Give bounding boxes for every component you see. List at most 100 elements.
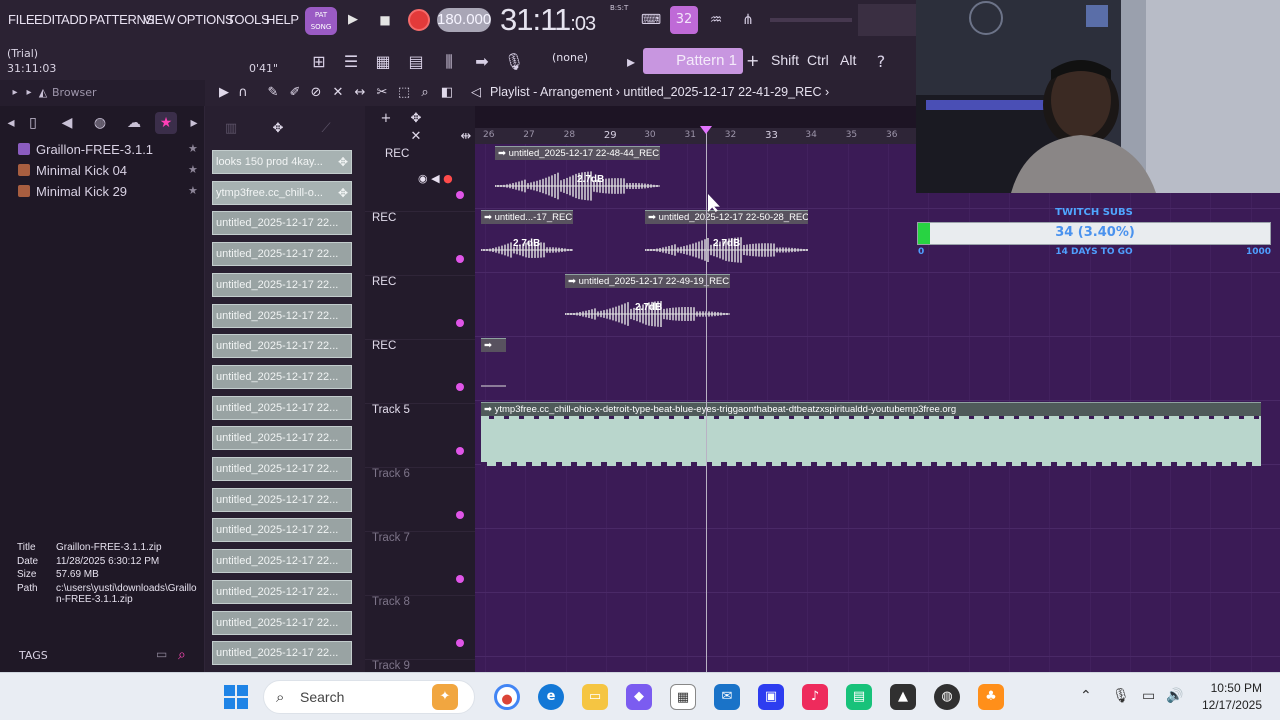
move-icon[interactable]: ✥ xyxy=(338,151,348,173)
track-mute-dot[interactable] xyxy=(456,383,464,391)
streaming-app-icon[interactable]: ▤ xyxy=(846,684,872,710)
clip-tile[interactable]: untitled_2025-12-17 22... xyxy=(212,549,352,574)
menu-add[interactable]: ADD xyxy=(61,12,88,27)
track-header[interactable]: Track 7 xyxy=(365,532,475,596)
menu-tools[interactable]: TOOLS xyxy=(227,12,270,27)
target-icon[interactable]: ✥ xyxy=(407,110,425,128)
arrow-right-icon[interactable]: ➡ xyxy=(469,50,495,74)
edge-app-icon[interactable]: e xyxy=(538,684,564,710)
browser-item[interactable]: Minimal Kick 29 ★ xyxy=(18,184,198,204)
track-header[interactable]: Track 8 xyxy=(365,596,475,660)
chevron-up-icon[interactable]: ⌃ xyxy=(1080,688,1092,704)
alt-key-button[interactable]: Alt xyxy=(840,52,856,68)
start-button[interactable] xyxy=(224,685,248,709)
mixer-icon[interactable]: ▤ xyxy=(403,50,429,74)
network-icon[interactable]: ▭ xyxy=(1142,688,1155,704)
volume-icon[interactable]: 🔊 xyxy=(1166,688,1183,704)
copilot-app-icon[interactable]: ◆ xyxy=(626,684,652,710)
collapse-icon[interactable]: ⇹ xyxy=(457,128,475,146)
paint-icon[interactable]: ✐ xyxy=(286,84,304,102)
folder-icon[interactable]: ▭ xyxy=(156,647,167,661)
clip-tile[interactable]: untitled_2025-12-17 22... xyxy=(212,364,352,389)
zoom-icon[interactable]: ⌕ xyxy=(416,84,434,102)
microphone-icon[interactable]: 🎙 xyxy=(501,50,527,74)
clip-tile[interactable]: untitled_2025-12-17 22... xyxy=(212,641,352,666)
audio-clip[interactable]: ➡ ytmp3free.cc_chill-ohio-x-detroit-type… xyxy=(481,402,1261,466)
mixer-faders-icon[interactable]: ⫼ xyxy=(436,50,462,74)
browser-item[interactable]: Minimal Kick 04 ★ xyxy=(18,163,198,183)
pat-song-toggle[interactable]: PAT SONG xyxy=(305,7,337,35)
stop-button[interactable]: ■ xyxy=(374,9,396,31)
help-icon[interactable]: ? xyxy=(868,50,894,74)
track-header[interactable]: REC xyxy=(365,276,475,340)
globe-icon[interactable]: ◍ xyxy=(89,112,111,134)
widgets-app-icon[interactable]: ✦ xyxy=(432,684,458,710)
clip-tile[interactable]: untitled_2025-12-17 22... xyxy=(212,211,352,236)
clip-tile[interactable]: untitled_2025-12-17 22... xyxy=(212,518,352,543)
clock-date[interactable]: 12/17/2025 xyxy=(1190,698,1262,712)
clip-tile[interactable]: untitled_2025-12-17 22... xyxy=(212,610,352,635)
menu-edit[interactable]: EDIT xyxy=(34,12,63,27)
search-icon[interactable]: ⌕ xyxy=(178,647,186,663)
star-icon[interactable]: ★ xyxy=(188,142,198,155)
speaker-icon[interactable]: ◀ xyxy=(431,172,439,185)
fl-studio-app-icon[interactable]: ♣ xyxy=(978,684,1004,710)
track-mute-dot[interactable] xyxy=(456,575,464,583)
select-icon[interactable]: ⬚ xyxy=(395,84,413,102)
star-icon[interactable]: ★ xyxy=(188,163,198,176)
clock-time[interactable]: 10:50 PM xyxy=(1190,681,1262,695)
outlook-app-icon[interactable]: ✉ xyxy=(714,684,740,710)
slip-icon[interactable]: ↔ xyxy=(351,84,369,102)
playlist-menu-icon[interactable]: ▶ xyxy=(215,84,233,102)
menu-options[interactable]: OPTIONS xyxy=(177,12,234,27)
clip-tile[interactable]: untitled_2025-12-17 22... xyxy=(212,487,352,512)
favorites-star-icon[interactable]: ★ xyxy=(155,112,177,134)
track-mute-dot[interactable] xyxy=(456,639,464,647)
clip-tile[interactable]: untitled_2025-12-17 22... xyxy=(212,334,352,359)
add-track-icon[interactable]: + xyxy=(377,110,395,128)
pattern-arrow-icon[interactable]: ▸ xyxy=(622,50,640,74)
app-icon[interactable]: ▲ xyxy=(890,684,916,710)
audio-clip[interactable]: ➡ xyxy=(481,338,506,387)
menu-help[interactable]: HELP xyxy=(266,12,299,27)
playback-icon[interactable]: ◧ xyxy=(438,84,456,102)
audio-clip[interactable]: ➡ untitled...-17_REC 2.7dB xyxy=(481,210,573,274)
app-icon[interactable]: ▣ xyxy=(758,684,784,710)
clip-tile[interactable]: looks 150 prod 4kay... ✥ xyxy=(212,150,352,174)
menu-file[interactable]: FILE xyxy=(8,12,35,27)
link-icon[interactable]: ⟋ xyxy=(317,120,335,138)
clip-tile[interactable]: untitled_2025-12-17 22... xyxy=(212,579,352,604)
store-app-icon[interactable]: ▦ xyxy=(670,684,696,710)
cloud-icon[interactable]: ☁ xyxy=(123,112,145,134)
move-icon[interactable]: ✥ xyxy=(338,182,348,204)
track-mute-dot[interactable] xyxy=(456,511,464,519)
microphone-icon[interactable]: 🎙 xyxy=(1112,688,1130,704)
shift-key-button[interactable]: Shift xyxy=(771,52,799,68)
menu-view[interactable]: VIEW xyxy=(143,12,175,27)
typing-keyboard-icon[interactable]: ⌨ xyxy=(638,9,664,31)
midi-icon[interactable]: ♒ xyxy=(703,9,729,31)
file-explorer-app-icon[interactable]: ▭ xyxy=(582,684,608,710)
timeline-ruler[interactable]: 26 27 28 29 30 31 32 33 34 35 36 xyxy=(475,128,916,144)
master-volume-slider[interactable] xyxy=(770,18,852,22)
back-icon[interactable]: ◂ xyxy=(0,112,22,134)
channel-rack-icon[interactable]: ☰ xyxy=(338,50,364,74)
playlist-view-icon[interactable]: ⊞ xyxy=(306,50,332,74)
browser-item[interactable]: Graillon-FREE-3.1.1 ★ xyxy=(18,142,198,162)
pencil-icon[interactable]: ✎ xyxy=(264,84,282,102)
star-icon[interactable]: ★ xyxy=(188,184,198,197)
playhead[interactable] xyxy=(706,128,707,672)
track-header[interactable]: Track 5 xyxy=(365,404,475,468)
magnet-icon[interactable]: ∩ xyxy=(234,84,252,102)
track-header[interactable]: Track 6 xyxy=(365,468,475,532)
forward-icon[interactable]: ▸ xyxy=(183,112,205,134)
tiktok-app-icon[interactable]: ♪ xyxy=(802,684,828,710)
mute-icon[interactable]: ✕ xyxy=(329,84,347,102)
metronome-icon[interactable]: ⋔ xyxy=(735,9,761,31)
play-button[interactable]: ▶ xyxy=(342,9,364,31)
track-mute-dot[interactable] xyxy=(456,447,464,455)
ctrl-key-button[interactable]: Ctrl xyxy=(807,52,829,68)
track-mute-dot[interactable] xyxy=(456,191,464,199)
clip-tile[interactable]: untitled_2025-12-17 22... xyxy=(212,272,352,297)
add-pattern-button[interactable]: + xyxy=(746,48,762,74)
